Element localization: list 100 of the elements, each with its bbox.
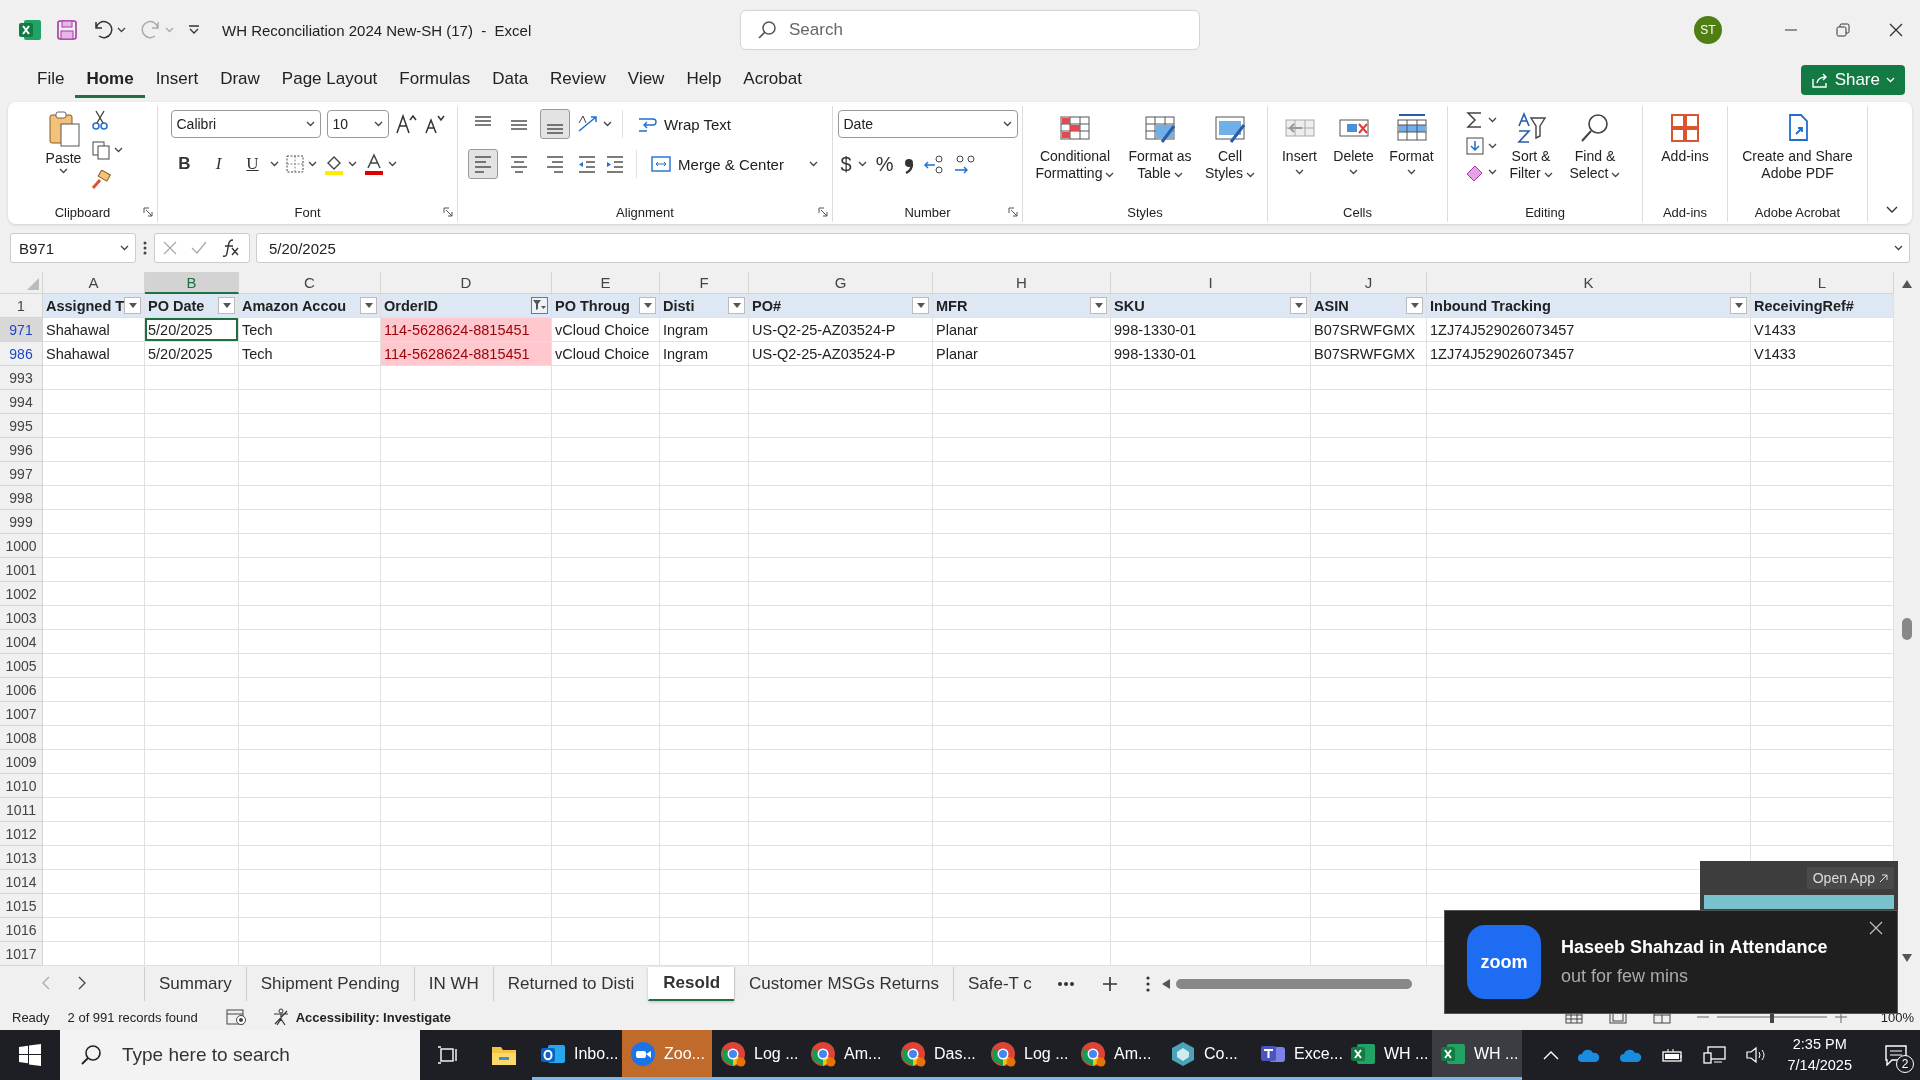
folder-icon[interactable] <box>491 1044 517 1066</box>
row-number[interactable]: 1006 <box>0 678 43 702</box>
taskbar-app[interactable]: Co... <box>1162 1030 1252 1080</box>
column-header[interactable]: J <box>1311 272 1427 294</box>
caret-icon[interactable] <box>1488 117 1497 123</box>
browser-icon[interactable] <box>990 1040 1016 1067</box>
row-number[interactable]: 1003 <box>0 606 43 630</box>
close-icon[interactable] <box>1869 921 1883 935</box>
caret-icon[interactable] <box>732 303 741 308</box>
command-button[interactable]: Cell Styles <box>1204 148 1256 182</box>
command-button[interactable]: Create and Share Adobe PDF <box>1737 148 1858 182</box>
taskbar-app[interactable]: Log ... <box>712 1030 802 1080</box>
row-number[interactable]: 999 <box>0 510 43 534</box>
caret-icon[interactable] <box>1734 303 1743 308</box>
sheet-tab[interactable]: Summary <box>144 967 246 1001</box>
paste-button[interactable]: Paste <box>41 108 86 176</box>
caret-icon[interactable] <box>373 121 383 127</box>
menu-tab[interactable]: Formulas <box>388 62 482 98</box>
chevron-right-icon[interactable] <box>78 975 86 990</box>
accessibility-button[interactable]: Accessibility: Investigate <box>265 1007 457 1027</box>
row-number[interactable]: 995 <box>0 414 43 438</box>
row-number[interactable]: 1008 <box>0 726 43 750</box>
grow-font-icon[interactable] <box>394 113 417 135</box>
launcher-icon[interactable] <box>443 207 453 217</box>
row-number[interactable]: 1011 <box>0 798 43 822</box>
row-number[interactable]: 1001 <box>0 558 43 582</box>
launcher-icon[interactable] <box>818 207 828 217</box>
column-header[interactable]: C <box>239 272 381 294</box>
caret-icon[interactable] <box>1294 303 1303 308</box>
search-icon[interactable] <box>80 1044 102 1066</box>
row-number[interactable]: 1 <box>0 294 43 318</box>
command-button[interactable]: Add-ins <box>1661 148 1709 165</box>
caret-icon[interactable] <box>1349 168 1358 175</box>
wrap-text-button[interactable]: Wrap Text <box>633 114 736 134</box>
caret-icon[interactable] <box>1488 169 1497 175</box>
row-number[interactable]: 993 <box>0 366 43 390</box>
caret-icon[interactable] <box>1543 171 1553 178</box>
column-header[interactable]: L <box>1751 272 1894 294</box>
add-sheet-icon[interactable] <box>1101 976 1118 992</box>
taskbar-app[interactable]: WH ... <box>1432 1030 1522 1080</box>
column-header[interactable]: A <box>43 272 145 294</box>
column-header[interactable]: E <box>552 272 660 294</box>
search-field[interactable]: Search <box>740 10 1200 50</box>
caret-icon[interactable] <box>1407 168 1416 175</box>
sheet-tab[interactable]: Resold <box>648 967 735 1001</box>
restore-icon[interactable] <box>1836 23 1850 37</box>
launcher-icon[interactable] <box>1008 207 1018 217</box>
number-format-field[interactable]: Date <box>837 110 1018 138</box>
caret-icon[interactable] <box>114 147 124 153</box>
filter-dropdown[interactable] <box>639 297 656 314</box>
row-number[interactable]: 996 <box>0 438 43 462</box>
sheet-tab[interactable]: Safe-T c <box>952 967 1046 1001</box>
column-header[interactable]: G <box>749 272 933 294</box>
menu-tab[interactable]: Help <box>675 62 733 98</box>
menu-tab[interactable]: File <box>26 62 76 98</box>
caret-icon[interactable] <box>1611 171 1621 178</box>
scroll-up-icon[interactable] <box>1902 280 1912 288</box>
filter-dropdown[interactable] <box>912 297 929 314</box>
caret-icon[interactable] <box>1894 245 1903 251</box>
sheet-tab[interactable]: Customer MSGs Returns <box>734 967 953 1001</box>
merge-center-button[interactable]: Merge & Center <box>647 155 822 173</box>
row-number[interactable]: 1002 <box>0 582 43 606</box>
share-icon[interactable] <box>1810 72 1829 88</box>
taskbar-app[interactable]: Am... <box>802 1030 892 1080</box>
caret-icon[interactable] <box>1295 168 1304 175</box>
column-header[interactable]: F <box>660 272 749 294</box>
clipboard-icon[interactable] <box>46 110 81 148</box>
row-number[interactable]: 1007 <box>0 702 43 726</box>
font-name-field[interactable]: Calibri <box>170 110 321 138</box>
caret-icon[interactable] <box>916 303 925 308</box>
column-header[interactable]: I <box>1111 272 1311 294</box>
filter-dropdown[interactable] <box>218 297 235 314</box>
filter-dropdown[interactable] <box>124 297 142 314</box>
scroll-thumb[interactable] <box>1902 618 1912 640</box>
save-icon[interactable] <box>56 19 78 41</box>
row-number[interactable]: 1013 <box>0 846 43 870</box>
menu-tab[interactable]: Draw <box>209 62 271 98</box>
browser-icon[interactable] <box>900 1040 926 1067</box>
decrease-decimal-icon[interactable] <box>952 153 977 175</box>
more-options-icon[interactable] <box>142 240 148 256</box>
filter-dropdown[interactable] <box>360 297 377 314</box>
customize-icon[interactable] <box>188 24 200 36</box>
share-button[interactable]: Share <box>1800 65 1905 95</box>
bold-button[interactable]: B <box>170 150 199 178</box>
caret-icon[interactable] <box>1246 171 1256 178</box>
caret-icon[interactable] <box>347 161 357 167</box>
scissors-icon[interactable] <box>91 110 110 130</box>
clock-time[interactable]: 2:35 PM <box>1792 1034 1847 1055</box>
search-icon[interactable] <box>1579 112 1611 144</box>
caret-icon[interactable] <box>1105 171 1115 178</box>
formula-field[interactable]: 5/20/2025 <box>256 233 1910 263</box>
caret-icon[interactable] <box>222 303 231 308</box>
open-app-button[interactable]: Open App <box>1806 867 1894 889</box>
filter-dropdown[interactable] <box>1406 297 1423 314</box>
menu-tab[interactable]: Home <box>75 62 145 98</box>
font-size-field[interactable]: 10 <box>326 110 389 138</box>
browser-icon[interactable] <box>1080 1040 1106 1067</box>
taskbar-app[interactable]: Exce... <box>1252 1030 1342 1080</box>
italic-button[interactable]: I <box>204 150 233 178</box>
task-view-icon[interactable] <box>437 1044 459 1066</box>
